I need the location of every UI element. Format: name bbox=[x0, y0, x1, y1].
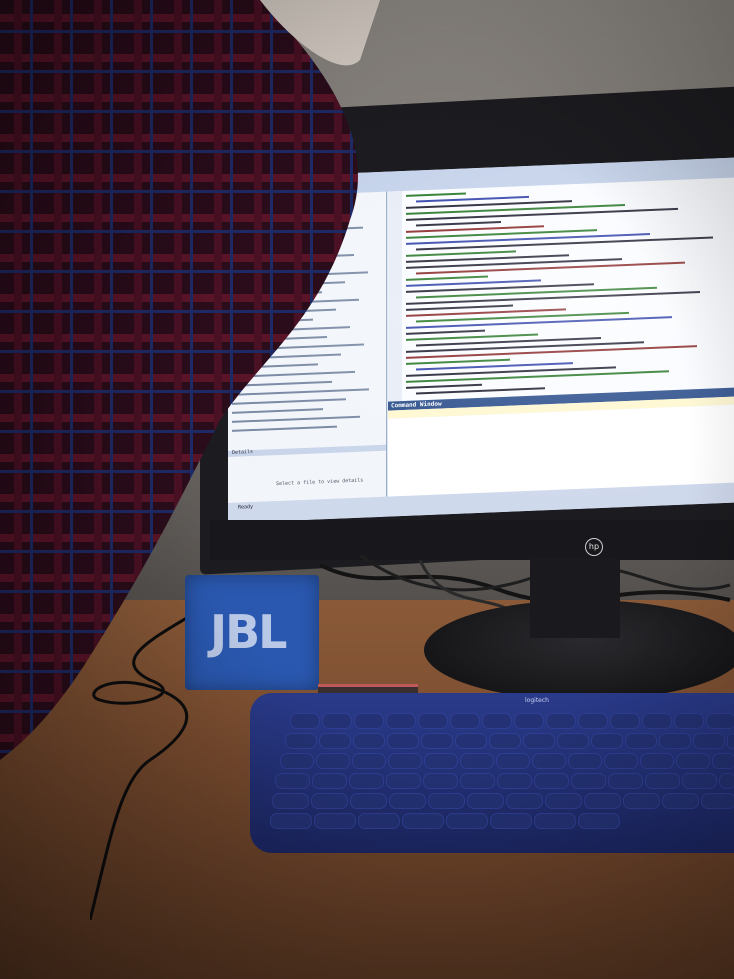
keyboard-key bbox=[272, 793, 309, 809]
keyboard-key bbox=[557, 733, 589, 749]
keyboard-key bbox=[701, 793, 734, 809]
code-line bbox=[406, 275, 488, 281]
keyboard-key bbox=[706, 713, 734, 729]
keyboard-key bbox=[682, 773, 717, 789]
keyboard-key bbox=[490, 813, 532, 829]
keyboard-key bbox=[421, 733, 453, 749]
keyboard-key bbox=[578, 713, 608, 729]
keyboard-key bbox=[388, 753, 422, 769]
keyboard-key bbox=[523, 733, 555, 749]
code-line bbox=[406, 329, 485, 335]
keyboard-key bbox=[662, 793, 699, 809]
keyboard-key bbox=[389, 793, 426, 809]
keyboard-key bbox=[571, 773, 606, 789]
code-line bbox=[416, 387, 545, 395]
keyboard-key bbox=[506, 793, 543, 809]
keyboard-key bbox=[387, 733, 419, 749]
keyboard-key bbox=[311, 793, 348, 809]
code-line bbox=[406, 316, 672, 329]
keyboard-key bbox=[428, 793, 465, 809]
keyboard-key bbox=[482, 713, 512, 729]
keyboard-key bbox=[424, 753, 458, 769]
code-line bbox=[406, 358, 510, 365]
keyboard-key bbox=[496, 753, 530, 769]
keyboard-key bbox=[312, 773, 347, 789]
keyboard-key bbox=[584, 793, 621, 809]
keyboard-key bbox=[546, 713, 576, 729]
code-line bbox=[406, 304, 513, 311]
keyboard-key bbox=[625, 733, 657, 749]
keyboard-key bbox=[350, 793, 387, 809]
code-line bbox=[416, 261, 685, 275]
keyboard-key bbox=[712, 753, 734, 769]
keyboard-key bbox=[674, 713, 704, 729]
code-line bbox=[416, 195, 529, 203]
keyboard-key bbox=[489, 733, 521, 749]
keyboard-key bbox=[455, 733, 487, 749]
person-shoulder-foreground bbox=[0, 0, 380, 760]
keyboard-brand-logo: logitech bbox=[525, 697, 549, 704]
keyboard-key bbox=[693, 733, 725, 749]
keyboard-key bbox=[610, 713, 640, 729]
code-line bbox=[406, 250, 516, 257]
keyboard-key bbox=[642, 713, 672, 729]
keyboard-key bbox=[545, 793, 582, 809]
keyboard-key bbox=[270, 813, 312, 829]
keyboard-key bbox=[275, 773, 310, 789]
keyboard-key bbox=[568, 753, 602, 769]
keyboard-key bbox=[719, 773, 734, 789]
keyboard-key bbox=[676, 753, 710, 769]
code-editor bbox=[388, 177, 734, 402]
code-line bbox=[406, 192, 466, 197]
keyboard-key bbox=[423, 773, 458, 789]
code-line bbox=[416, 221, 501, 227]
keyboard-key bbox=[467, 793, 504, 809]
keyboard-key bbox=[358, 813, 400, 829]
keyboard-key bbox=[446, 813, 488, 829]
keyboard-key bbox=[460, 773, 495, 789]
keyboard-key bbox=[645, 773, 680, 789]
keyboard-key bbox=[349, 773, 384, 789]
keyboard-key bbox=[608, 773, 643, 789]
code-line bbox=[406, 370, 669, 383]
monitor-stand-neck bbox=[530, 558, 620, 638]
code-line bbox=[406, 345, 697, 359]
keyboard-key bbox=[386, 713, 416, 729]
keyboard-key bbox=[659, 733, 691, 749]
keyboard-key bbox=[497, 773, 532, 789]
keyboard-key bbox=[532, 753, 566, 769]
keyboard-key bbox=[578, 813, 620, 829]
keyboard-key bbox=[534, 813, 576, 829]
keyboard-key bbox=[418, 713, 448, 729]
photo-scene: Details Select a file to view details Co… bbox=[0, 0, 734, 979]
keyboard-key bbox=[623, 793, 660, 809]
keyboard-key bbox=[534, 773, 569, 789]
keyboard-key bbox=[591, 733, 623, 749]
keyboard-key bbox=[604, 753, 638, 769]
code-line bbox=[406, 207, 678, 221]
keyboard-key bbox=[514, 713, 544, 729]
code-line bbox=[416, 236, 713, 251]
keyboard-key bbox=[727, 733, 734, 749]
keyboard-key bbox=[460, 753, 494, 769]
line-gutter bbox=[388, 191, 402, 402]
code-line bbox=[406, 383, 482, 389]
hp-logo: hp bbox=[585, 538, 603, 556]
keyboard-key bbox=[640, 753, 674, 769]
keyboard-key bbox=[402, 813, 444, 829]
code-line bbox=[406, 291, 700, 305]
keyboard-key bbox=[314, 813, 356, 829]
keyboard-key bbox=[386, 773, 421, 789]
keyboard-key bbox=[450, 713, 480, 729]
